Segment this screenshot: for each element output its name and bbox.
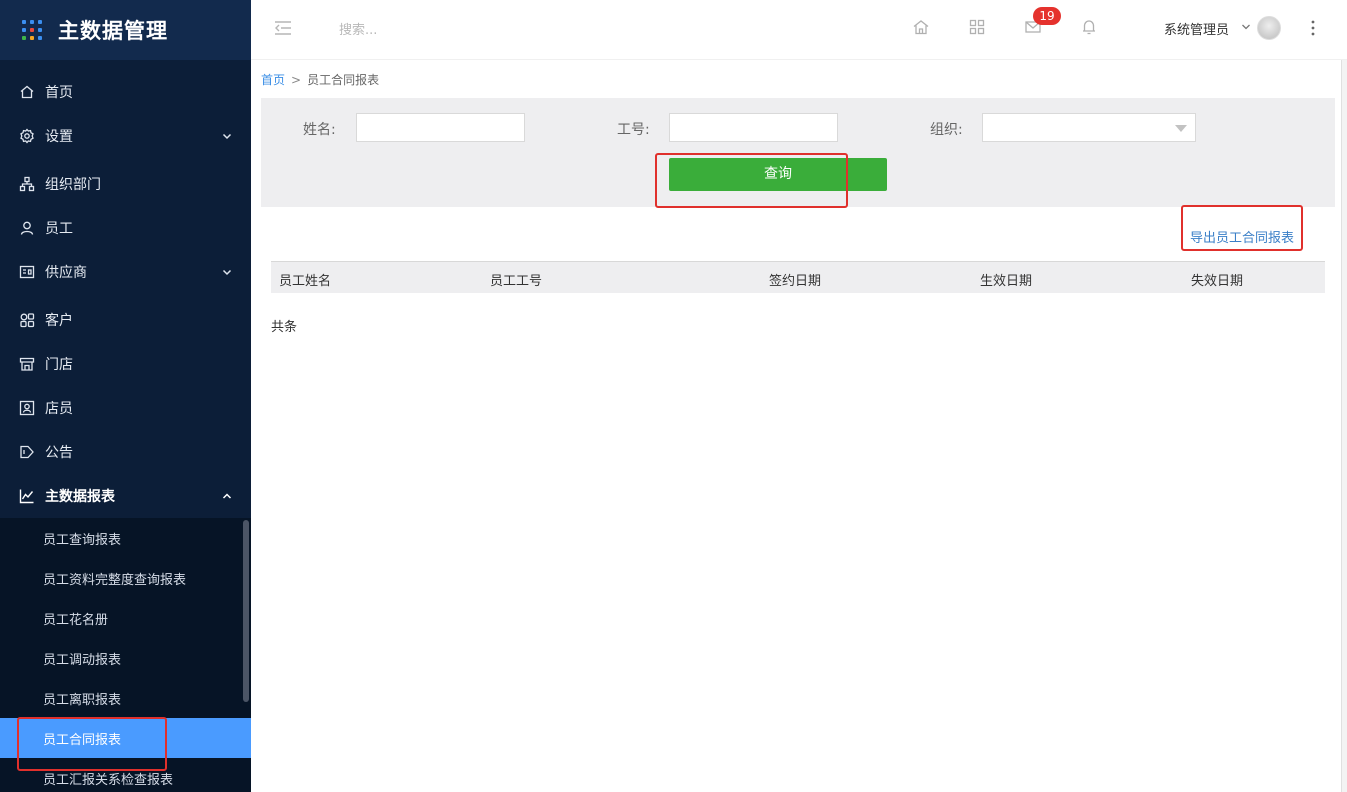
collapse-menu-icon[interactable] — [273, 18, 293, 38]
sidebar-item-label: 店员 — [45, 401, 73, 417]
user-name[interactable]: 系统管理员 — [1164, 19, 1229, 38]
submenu-item-employee-completeness[interactable]: 员工资料完整度查询报表 — [0, 558, 251, 598]
sidebar: 主数据管理 首页 设置 组织部门 员工 供应商 客户 门店 店员 公告 主数据报… — [0, 0, 251, 792]
column-header: 员工工号 — [490, 274, 543, 289]
column-header: 生效日期 — [980, 274, 1033, 289]
sidebar-item-settings[interactable]: 设置 — [0, 114, 251, 158]
search-input[interactable] — [339, 18, 539, 42]
app-grid-icon — [22, 20, 42, 40]
home-icon — [19, 84, 35, 100]
sidebar-scrollbar[interactable] — [243, 520, 249, 702]
user-icon — [19, 220, 35, 236]
submenu-item-reporting-relation-check[interactable]: 员工汇报关系检查报表 — [0, 758, 251, 792]
submenu-item-label: 员工查询报表 — [43, 532, 122, 548]
name-field[interactable] — [356, 113, 525, 142]
submenu-item-employee-transfer[interactable]: 员工调动报表 — [0, 638, 251, 678]
home-icon[interactable] — [912, 18, 930, 36]
table-header: 员工姓名 员工工号 签约日期 生效日期 失效日期 — [271, 261, 1325, 293]
bell-icon[interactable] — [1080, 18, 1098, 36]
more-vertical-icon[interactable] — [1309, 19, 1317, 37]
total-count: 共条 — [271, 320, 298, 335]
query-button[interactable]: 查询 — [669, 158, 887, 191]
submenu-item-label: 员工合同报表 — [43, 732, 122, 748]
gear-icon — [19, 128, 35, 144]
breadcrumb-home[interactable]: 首页 — [261, 73, 285, 87]
apps-grid-icon[interactable] — [968, 18, 986, 36]
sidebar-item-label: 公告 — [45, 445, 73, 461]
column-header: 员工姓名 — [279, 274, 332, 289]
submenu-item-label: 员工汇报关系检查报表 — [43, 772, 174, 788]
chevron-down-icon[interactable] — [1241, 22, 1251, 32]
sidebar-item-org[interactable]: 组织部门 — [0, 162, 251, 206]
sidebar-item-employee[interactable]: 员工 — [0, 206, 251, 250]
breadcrumb-current: 员工合同报表 — [307, 73, 380, 87]
dropdown-arrow-icon — [1175, 125, 1187, 132]
app-title: 主数据管理 — [58, 19, 168, 43]
sidebar-item-clerk[interactable]: 店员 — [0, 386, 251, 430]
org-chart-icon — [19, 176, 35, 192]
sidebar-item-master-reports[interactable]: 主数据报表 — [0, 474, 251, 518]
sidebar-item-label: 首页 — [45, 85, 73, 101]
top-bar: 19 系统管理员 — [251, 0, 1347, 60]
submenu-item-label: 员工资料完整度查询报表 — [43, 572, 187, 588]
submenu-item-label: 员工离职报表 — [43, 692, 122, 708]
submenu-item-employee-resignation[interactable]: 员工离职报表 — [0, 678, 251, 718]
breadcrumb-separator: > — [291, 73, 302, 87]
sidebar-item-label: 设置 — [45, 129, 73, 145]
chevron-down-icon — [222, 133, 232, 140]
app-logo[interactable]: 主数据管理 — [0, 0, 251, 60]
submenu-item-employee-contract[interactable]: 员工合同报表 — [0, 718, 251, 758]
submenu-item-employee-roster[interactable]: 员工花名册 — [0, 598, 251, 638]
message-count-badge: 19 — [1033, 7, 1061, 25]
sidebar-item-label: 组织部门 — [45, 177, 101, 193]
sidebar-item-label: 门店 — [45, 357, 73, 373]
sidebar-item-home[interactable]: 首页 — [0, 70, 251, 114]
column-header: 失效日期 — [1191, 274, 1244, 289]
sidebar-item-label: 主数据报表 — [45, 489, 115, 505]
filter-panel: 姓名: 工号: 组织: 查询 — [261, 98, 1335, 207]
submenu-item-label: 员工花名册 — [43, 612, 109, 628]
employee-id-label: 工号: — [617, 122, 650, 138]
sidebar-item-store[interactable]: 门店 — [0, 342, 251, 386]
sidebar-item-label: 客户 — [45, 313, 73, 329]
chart-icon — [19, 488, 35, 504]
employee-id-field[interactable] — [669, 113, 838, 142]
organization-select[interactable] — [982, 113, 1196, 142]
submenu-item-employee-query[interactable]: 员工查询报表 — [0, 518, 251, 558]
page-scrollbar[interactable] — [1341, 60, 1347, 792]
reports-submenu: 员工查询报表 员工资料完整度查询报表 员工花名册 员工调动报表 员工离职报表 员… — [0, 518, 251, 792]
breadcrumb: 首页 > 员工合同报表 — [261, 71, 379, 88]
sidebar-item-supplier[interactable]: 供应商 — [0, 250, 251, 294]
sidebar-menu: 首页 设置 组织部门 员工 供应商 客户 门店 店员 公告 主数据报表 — [0, 60, 251, 518]
name-label: 姓名: — [303, 122, 336, 138]
submenu-item-label: 员工调动报表 — [43, 652, 122, 668]
chevron-up-icon — [222, 493, 232, 499]
announcement-icon — [19, 444, 35, 460]
avatar[interactable] — [1257, 16, 1281, 40]
sidebar-item-label: 供应商 — [45, 265, 87, 281]
clerk-icon — [19, 400, 35, 416]
supplier-icon — [19, 264, 35, 280]
store-icon — [19, 356, 35, 372]
export-contract-report-link[interactable]: 导出员工合同报表 — [1190, 227, 1294, 246]
sidebar-item-label: 员工 — [45, 221, 73, 237]
column-header: 签约日期 — [769, 274, 822, 289]
chevron-down-icon — [222, 269, 232, 276]
sidebar-item-announcement[interactable]: 公告 — [0, 430, 251, 474]
customer-icon — [19, 312, 35, 328]
sidebar-item-customer[interactable]: 客户 — [0, 298, 251, 342]
organization-label: 组织: — [930, 122, 963, 138]
